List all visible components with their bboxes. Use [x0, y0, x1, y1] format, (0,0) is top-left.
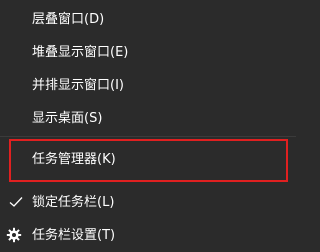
menu-item-label: 并排显示窗口(I) [32, 78, 124, 93]
menu-item-task-manager[interactable]: 任务管理器(K) [0, 145, 296, 175]
menu-item-show-desktop[interactable]: 显示桌面(S) [0, 104, 296, 134]
menu-item-label: 任务栏设置(T) [32, 228, 116, 243]
taskbar-context-menu: 层叠窗口(D) 堆叠显示窗口(E) 并排显示窗口(I) 显示桌面(S) 任务管理… [0, 0, 296, 252]
menu-item-label: 层叠窗口(D) [32, 12, 105, 27]
menu-item-side-by-side-windows[interactable]: 并排显示窗口(I) [0, 71, 296, 101]
menu-divider [0, 136, 296, 137]
menu-item-taskbar-settings[interactable]: 任务栏设置(T) [0, 221, 296, 251]
menu-item-cascade-windows[interactable]: 层叠窗口(D) [0, 5, 296, 35]
menu-item-lock-taskbar[interactable]: 锁定任务栏(L) [0, 188, 296, 218]
gear-icon [6, 227, 22, 243]
menu-item-label: 任务管理器(K) [32, 152, 116, 167]
menu-item-label: 显示桌面(S) [32, 111, 103, 126]
menu-item-stack-windows[interactable]: 堆叠显示窗口(E) [0, 38, 296, 68]
check-icon [8, 194, 24, 210]
menu-item-label: 堆叠显示窗口(E) [32, 45, 129, 60]
menu-item-label: 锁定任务栏(L) [32, 195, 115, 210]
